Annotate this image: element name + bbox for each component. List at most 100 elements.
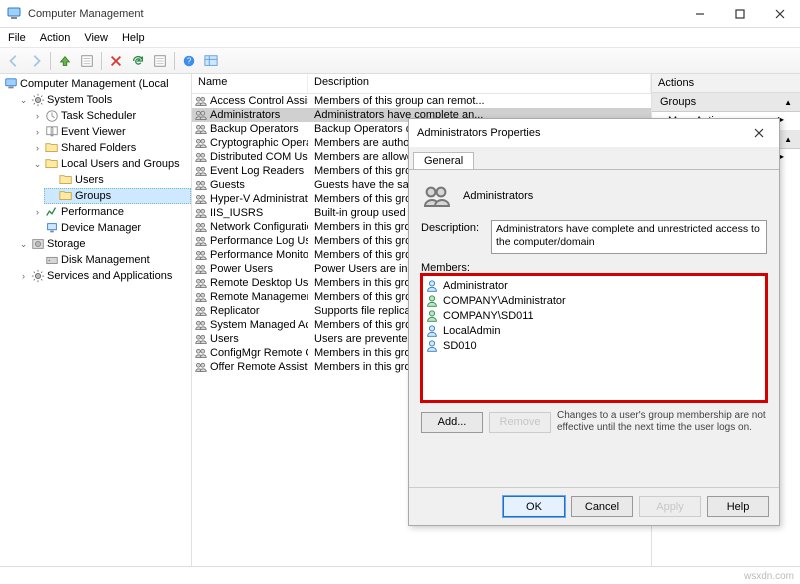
- tree-label: Computer Management (Local: [20, 78, 169, 90]
- dialog-tab-general[interactable]: General: [413, 152, 474, 169]
- member-item[interactable]: Administrator: [425, 278, 763, 293]
- help-button[interactable]: [179, 51, 199, 71]
- column-headers[interactable]: Name Description: [192, 74, 651, 94]
- expand-icon[interactable]: ›: [32, 207, 43, 217]
- refresh-button[interactable]: [128, 51, 148, 71]
- tree-task-scheduler[interactable]: ›Task Scheduler: [30, 108, 191, 124]
- tools-icon: [31, 93, 45, 107]
- tree-disk-management[interactable]: Disk Management: [30, 252, 191, 268]
- expand-icon[interactable]: ›: [18, 271, 29, 281]
- group-icon: [194, 332, 208, 346]
- group-icon: [194, 262, 208, 276]
- member-item[interactable]: COMPANY\Administrator: [425, 293, 763, 308]
- help-button[interactable]: Help: [707, 496, 769, 517]
- tree-users[interactable]: Users: [44, 172, 191, 188]
- row-name: Network Configuratio...: [210, 221, 308, 233]
- member-name: LocalAdmin: [443, 325, 500, 337]
- properties-button[interactable]: [77, 51, 97, 71]
- tree-pane[interactable]: Computer Management (Local ⌄ System Tool…: [0, 74, 192, 566]
- close-button[interactable]: [760, 0, 800, 28]
- tree-label: Device Manager: [61, 222, 141, 234]
- menu-action[interactable]: Action: [34, 30, 77, 46]
- tree-local-users-groups[interactable]: ⌄ Local Users and Groups: [30, 156, 191, 172]
- dialog-tabstrip: General: [409, 147, 779, 169]
- group-row[interactable]: Access Control Assist...Members of this …: [192, 94, 651, 108]
- col-description[interactable]: Description: [308, 74, 651, 93]
- cancel-button[interactable]: Cancel: [571, 496, 633, 517]
- tree-root[interactable]: Computer Management (Local: [2, 76, 191, 92]
- row-name: Power Users: [210, 263, 273, 275]
- expand-icon[interactable]: ›: [32, 127, 43, 137]
- description-textbox[interactable]: Administrators have complete and unrestr…: [491, 220, 767, 254]
- members-label: Members:: [421, 262, 767, 274]
- tree-label: Disk Management: [61, 254, 150, 266]
- clock-icon: [45, 109, 59, 123]
- group-icon: [194, 150, 208, 164]
- tree-label: Groups: [75, 190, 111, 202]
- member-item[interactable]: COMPANY\SD011: [425, 308, 763, 323]
- group-icon: [194, 220, 208, 234]
- expand-icon[interactable]: ›: [32, 111, 43, 121]
- group-icon: [194, 276, 208, 290]
- minimize-button[interactable]: [680, 0, 720, 28]
- member-item[interactable]: SD010: [425, 338, 763, 353]
- dialog-titlebar[interactable]: Administrators Properties: [409, 119, 779, 147]
- tree-groups[interactable]: Groups: [44, 188, 191, 204]
- menu-view[interactable]: View: [78, 30, 114, 46]
- tree-label: Local Users and Groups: [61, 158, 180, 170]
- group-icon: [194, 346, 208, 360]
- user-icon: [425, 324, 439, 338]
- row-name: Performance Monitor ...: [210, 249, 308, 261]
- member-name: COMPANY\SD011: [443, 310, 534, 322]
- row-name: Distributed COM Users: [210, 151, 308, 163]
- member-name: SD010: [443, 340, 477, 352]
- dialog-close-button[interactable]: [739, 119, 779, 147]
- row-name: Users: [210, 333, 239, 345]
- expand-icon[interactable]: ›: [32, 143, 43, 153]
- collapse-icon[interactable]: ⌄: [32, 159, 43, 170]
- col-name[interactable]: Name: [192, 74, 308, 93]
- tree-shared-folders[interactable]: ›Shared Folders: [30, 140, 191, 156]
- row-name: Backup Operators: [210, 123, 299, 135]
- tree-label: Services and Applications: [47, 270, 172, 282]
- row-name: Event Log Readers: [210, 165, 304, 177]
- tree-event-viewer[interactable]: ›Event Viewer: [30, 124, 191, 140]
- tree-performance[interactable]: ›Performance: [30, 204, 191, 220]
- actions-section-groups[interactable]: Groups▲: [652, 93, 800, 112]
- member-item[interactable]: LocalAdmin: [425, 323, 763, 338]
- nav-forward-button[interactable]: [26, 51, 46, 71]
- panes-button[interactable]: [201, 51, 221, 71]
- member-name: Administrator: [443, 280, 508, 292]
- user-icon: [425, 339, 439, 353]
- menu-help[interactable]: Help: [116, 30, 151, 46]
- titlebar: Computer Management: [0, 0, 800, 28]
- collapse-icon[interactable]: ⌄: [18, 239, 29, 250]
- apply-button[interactable]: Apply: [639, 496, 701, 517]
- watermark: wsxdn.com: [744, 571, 794, 582]
- row-name: ConfigMgr Remote C...: [210, 347, 308, 359]
- menu-file[interactable]: File: [2, 30, 32, 46]
- tree-storage[interactable]: ⌄Storage: [16, 236, 191, 252]
- toolbar-separator: [174, 52, 175, 70]
- user-icon: [425, 309, 439, 323]
- toolbar-separator: [101, 52, 102, 70]
- nav-back-button[interactable]: [4, 51, 24, 71]
- members-listbox[interactable]: AdministratorCOMPANY\Administrator COMPAN…: [421, 274, 767, 402]
- up-button[interactable]: [55, 51, 75, 71]
- collapse-icon[interactable]: ⌄: [18, 95, 29, 106]
- remove-button[interactable]: Remove: [489, 412, 551, 433]
- row-name: Performance Log Users: [210, 235, 308, 247]
- ok-button[interactable]: OK: [503, 496, 565, 517]
- row-name: Hyper-V Administrators: [210, 193, 308, 205]
- export-button[interactable]: [150, 51, 170, 71]
- maximize-button[interactable]: [720, 0, 760, 28]
- tree-systools[interactable]: ⌄ System Tools: [16, 92, 191, 108]
- folder-icon: [45, 141, 59, 155]
- computer-icon: [4, 77, 18, 91]
- add-button[interactable]: Add...: [421, 412, 483, 433]
- tree-services[interactable]: › Services and Applications: [16, 268, 191, 284]
- tree-device-manager[interactable]: Device Manager: [30, 220, 191, 236]
- chevron-up-icon: ▲: [784, 135, 792, 144]
- delete-button[interactable]: [106, 51, 126, 71]
- row-name: Cryptographic Operat...: [210, 137, 308, 149]
